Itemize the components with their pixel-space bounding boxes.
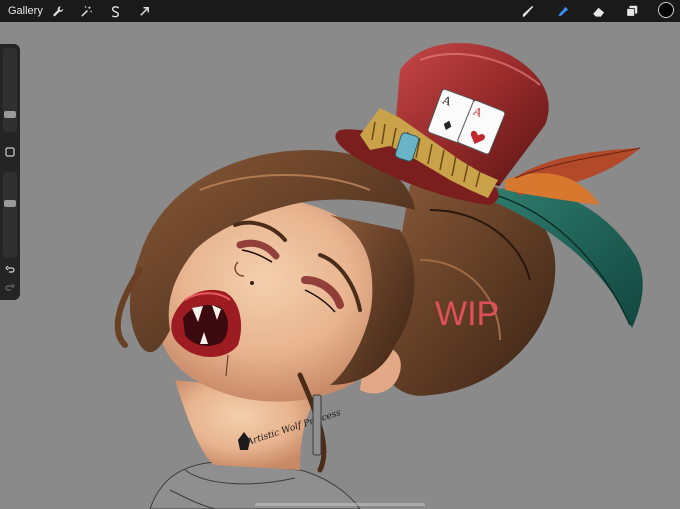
wrench-icon[interactable]	[49, 2, 67, 20]
gallery-button[interactable]: Gallery	[8, 4, 43, 18]
side-toolbar	[0, 44, 20, 300]
opacity-slider[interactable]	[3, 172, 17, 258]
opacity-handle[interactable]	[4, 200, 16, 207]
top-toolbar: Gallery	[0, 0, 680, 22]
drawing-canvas[interactable]: Artistic Wolf Princess A A WIP	[0, 22, 680, 509]
undo-icon[interactable]	[4, 264, 16, 276]
smudge-icon[interactable]	[554, 2, 572, 20]
transform-arrow-icon[interactable]	[135, 2, 153, 20]
redo-icon[interactable]	[4, 282, 16, 294]
brush-icon[interactable]	[519, 2, 537, 20]
artwork: Artistic Wolf Princess A A WIP	[114, 43, 643, 509]
brush-size-slider[interactable]	[3, 48, 17, 132]
magic-wand-icon[interactable]	[77, 2, 95, 20]
modify-square-icon[interactable]	[4, 146, 16, 158]
wip-text: WIP	[435, 295, 499, 333]
smudge-shape	[558, 6, 568, 16]
brush-size-handle[interactable]	[4, 111, 16, 118]
eraser-icon[interactable]	[589, 2, 607, 20]
home-indicator	[255, 503, 425, 506]
selection-icon[interactable]	[106, 2, 124, 20]
layers-icon[interactable]	[623, 2, 641, 20]
color-picker-button[interactable]	[658, 2, 674, 18]
